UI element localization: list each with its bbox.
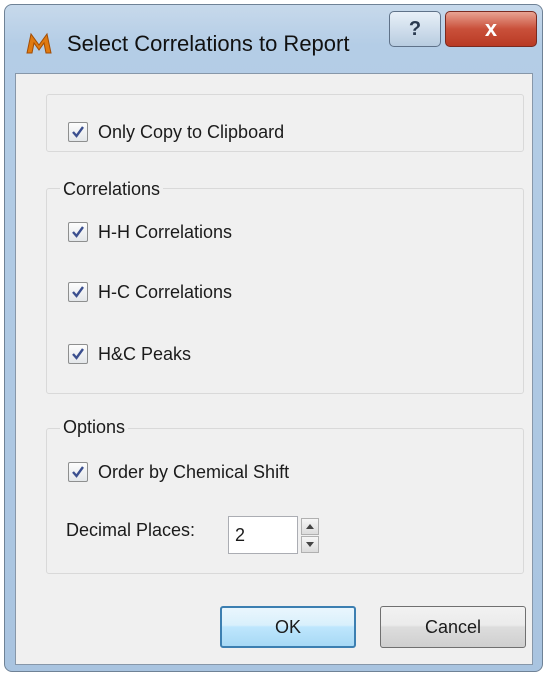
dialog-window: Select Correlations to Report ? x Only C…	[4, 4, 543, 672]
decimal-places-input[interactable]: 2	[228, 516, 298, 554]
title-bar[interactable]: Select Correlations to Report ? x	[5, 5, 542, 77]
chevron-up-icon	[306, 524, 314, 529]
app-logo-icon	[26, 32, 52, 54]
order-by-shift-label: Order by Chemical Shift	[98, 462, 290, 482]
hc-peaks-checkbox[interactable]: H&C Peaks	[68, 342, 328, 366]
checkbox-box[interactable]	[68, 282, 88, 302]
dialog-content: Only Copy to Clipboard Correlations H-H …	[15, 73, 533, 665]
checkmark-icon	[72, 466, 84, 478]
options-group-title: Options	[60, 417, 129, 438]
hh-correlations-label: H-H Correlations	[98, 222, 233, 242]
chevron-down-icon	[306, 542, 314, 547]
spin-up-button[interactable]	[301, 518, 319, 535]
hc-correlations-label: H-C Correlations	[98, 282, 233, 302]
hh-correlations-checkbox[interactable]: H-H Correlations	[68, 220, 328, 244]
checkbox-box[interactable]	[68, 462, 88, 482]
only-copy-checkbox[interactable]: Only Copy to Clipboard	[68, 120, 368, 144]
decimal-places-label: Decimal Places:	[66, 520, 196, 540]
help-button[interactable]: ?	[389, 11, 441, 47]
cancel-button[interactable]: Cancel	[380, 606, 526, 648]
checkmark-icon	[72, 286, 84, 298]
window-title: Select Correlations to Report	[67, 31, 350, 56]
ok-button[interactable]: OK	[220, 606, 356, 648]
checkmark-icon	[72, 126, 84, 138]
order-by-shift-checkbox[interactable]: Order by Chemical Shift	[68, 460, 368, 484]
checkmark-icon	[72, 226, 84, 238]
hc-correlations-checkbox[interactable]: H-C Correlations	[68, 280, 328, 304]
spin-down-button[interactable]	[301, 536, 319, 553]
only-copy-label: Only Copy to Clipboard	[98, 122, 285, 142]
checkbox-box[interactable]	[68, 122, 88, 142]
checkmark-icon	[72, 348, 84, 360]
close-button[interactable]: x	[445, 11, 537, 47]
hc-peaks-label: H&C Peaks	[98, 344, 192, 364]
checkbox-box[interactable]	[68, 344, 88, 364]
checkbox-box[interactable]	[68, 222, 88, 242]
correlations-group-title: Correlations	[60, 179, 164, 200]
